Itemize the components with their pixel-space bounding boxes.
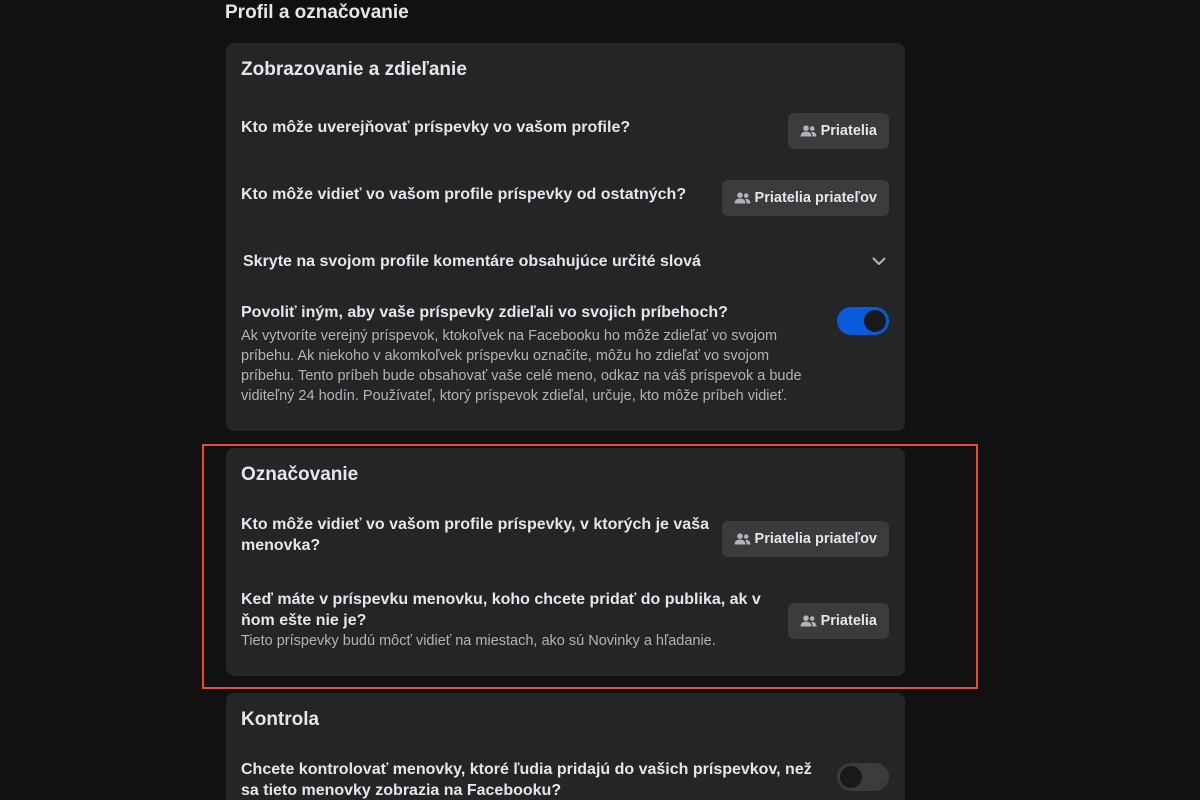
tag-audience-button[interactable]: Priatelia [787, 603, 889, 639]
tagging-title: Označovanie [241, 464, 359, 485]
who-can-see-others-posts-button-label: Priatelia priateľov [754, 190, 877, 206]
review-card: Kontrola Chcete kontrolovať menovky, kto… [226, 693, 905, 800]
viewing-sharing-card: Zobrazovanie a zdieľanie Kto môže uverej… [226, 43, 905, 431]
hide-comments-label[interactable]: Skryte na svojom profile komentáre obsah… [243, 251, 701, 272]
story-share-toggle[interactable] [837, 307, 889, 335]
tagged-posts-visibility-label: Kto môže vidieť vo vašom profile príspev… [241, 516, 709, 554]
who-can-see-others-posts-button[interactable]: Priatelia priateľov [721, 180, 889, 216]
toggle-knob [864, 310, 886, 332]
tagged-posts-visibility-button-label: Priatelia priateľov [754, 531, 877, 547]
page-title: Profil a označovanie [225, 2, 409, 23]
friends-icon [734, 533, 751, 545]
story-share-label: Povoliť iným, aby vaše príspevky zdieľal… [241, 304, 728, 321]
review-title: Kontrola [241, 709, 320, 730]
friends-icon [800, 125, 817, 137]
who-can-post-button[interactable]: Priatelia [787, 113, 889, 149]
toggle-knob [840, 766, 862, 788]
review-tags-label: Chcete kontrolovať menovky, ktoré ľudia … [241, 761, 812, 799]
review-tags-toggle[interactable] [837, 763, 889, 791]
tagged-posts-visibility-button[interactable]: Priatelia priateľov [721, 521, 889, 557]
friends-icon [800, 615, 817, 627]
tag-audience-button-label: Priatelia [820, 613, 877, 629]
who-can-post-button-label: Priatelia [820, 123, 877, 139]
who-can-see-others-posts-label: Kto môže vidieť vo vašom profile príspev… [241, 186, 687, 203]
tagging-card: Označovanie Kto môže vidieť vo vašom pro… [226, 448, 905, 676]
friends-icon [734, 192, 751, 204]
viewing-sharing-title: Zobrazovanie a zdieľanie [241, 59, 467, 80]
settings-page: Profil a označovanie Zobrazovanie a zdie… [0, 0, 1200, 800]
tag-audience-description: Tieto príspevky budú môcť vidieť na mies… [241, 633, 716, 649]
story-share-description: Ak vytvoríte verejný príspevok, ktokoľve… [241, 328, 802, 404]
chevron-down-icon[interactable] [871, 253, 887, 269]
tag-audience-label: Keď máte v príspevku menovku, koho chcet… [241, 591, 761, 629]
who-can-post-label: Kto môže uverejňovať príspevky vo vašom … [241, 119, 631, 136]
